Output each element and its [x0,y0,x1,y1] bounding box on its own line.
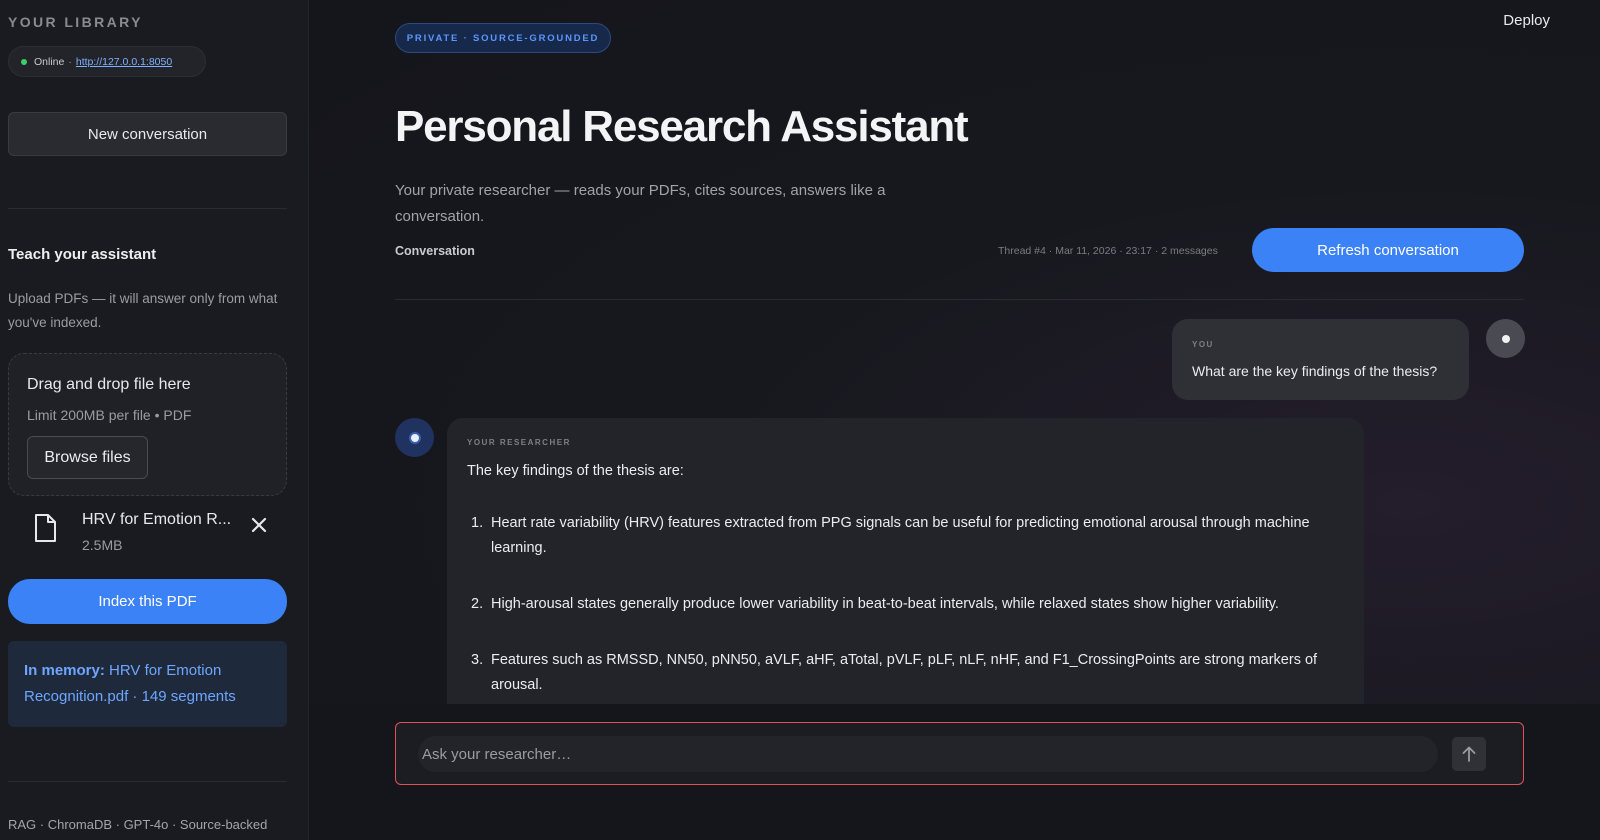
index-pdf-button[interactable]: Index this PDF [8,579,287,624]
chat-input-area [310,704,1600,840]
chat-input-container [395,722,1524,785]
new-conversation-button[interactable]: New conversation [8,112,287,156]
library-title: YOUR LIBRARY [8,14,143,30]
memory-label: In memory: [24,662,105,679]
uploaded-file: HRV for Emotion R... 2.5MB [8,503,287,557]
sidebar-divider-bottom [8,781,287,782]
list-item: 3. Features such as RMSSD, NN50, pNN50, … [467,648,1337,698]
list-number: 3. [471,652,484,668]
privacy-badge: PRIVATE · SOURCE-GROUNDED [395,23,611,53]
page-subtitle: Your private researcher — reads your PDF… [395,182,886,225]
list-number: 2. [471,596,484,612]
user-avatar-icon [1501,334,1510,343]
send-button[interactable] [1452,737,1486,771]
assistant-intro: The key findings of the thesis are: [467,463,684,479]
list-item-text: Heart rate variability (HRV) features ex… [491,515,1310,556]
teach-title: Teach your assistant [8,246,157,263]
deploy-button[interactable]: Deploy [1503,12,1550,29]
assistant-avatar [395,418,434,457]
assistant-avatar-icon [410,433,419,442]
status-separator: · [68,55,72,68]
server-url-link[interactable]: http://127.0.0.1:8050 [76,56,172,68]
list-item: 2. High-arousal states generally produce… [467,592,1337,617]
file-size: 2.5MB [82,537,123,553]
file-dropzone[interactable]: Drag and drop file here Limit 200MB per … [8,353,287,496]
thread-meta: Thread #4 · Mar 11, 2026 · 23:17 · 2 mes… [998,245,1218,257]
main-panel: Deploy PRIVATE · SOURCE-GROUNDED Persona… [310,0,1600,840]
page-title: Personal Research Assistant [395,102,969,151]
sidebar-footer: RAG · ChromaDB · GPT-4o · Source-backed [8,817,268,832]
list-item-text: Features such as RMSSD, NN50, pNN50, aVL… [491,652,1318,693]
user-avatar [1486,319,1525,358]
refresh-conversation-button[interactable]: Refresh conversation [1252,228,1524,272]
teach-description: Upload PDFs — it will answer only from w… [8,291,278,330]
assistant-message-label: YOUR RESEARCHER [467,438,571,447]
file-icon [34,514,56,547]
browse-files-button[interactable]: Browse files [27,436,148,479]
list-number: 1. [471,515,484,531]
user-message-label: YOU [1192,340,1214,349]
status-state: Online [34,55,65,68]
file-name: HRV for Emotion R... [82,511,232,528]
findings-list: 1. Heart rate variability (HRV) features… [467,511,1337,698]
sidebar-divider [8,208,287,209]
online-indicator-icon [21,58,27,65]
list-item: 1. Heart rate variability (HRV) features… [467,511,1337,561]
close-icon[interactable] [251,513,267,539]
user-message: YOU What are the key findings of the the… [1172,319,1469,400]
server-status: Online · http://127.0.0.1:8050 [8,46,206,77]
arrow-up-icon [1462,746,1476,762]
app-window: YOUR LIBRARY Online · http://127.0.0.1:8… [0,0,1600,840]
list-item-text: High-arousal states generally produce lo… [491,596,1279,612]
dropzone-limit: Limit 200MB per file • PDF [27,407,192,423]
user-message-text: What are the key findings of the thesis? [1192,363,1438,379]
memory-status: In memory: HRV for Emotion Recognition.p… [8,641,287,727]
dropzone-title: Drag and drop file here [27,376,191,393]
sidebar: YOUR LIBRARY Online · http://127.0.0.1:8… [0,0,309,840]
conversation-divider [395,299,1524,300]
conversation-label: Conversation [395,244,475,258]
assistant-message: YOUR RESEARCHER The key findings of the … [447,418,1364,704]
chat-input[interactable] [418,736,1438,772]
